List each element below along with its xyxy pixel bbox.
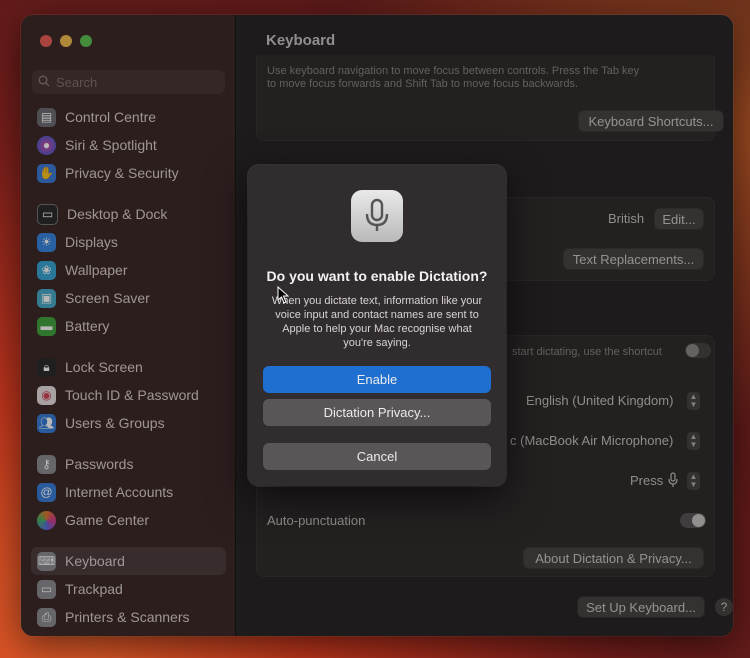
microphone-icon — [351, 190, 403, 242]
dialog-title: Do you want to enable Dictation? — [266, 268, 488, 284]
dialog-message: When you dictate text, information like … — [271, 295, 483, 349]
dictation-privacy-button[interactable]: Dictation Privacy... — [263, 399, 491, 426]
enable-dictation-dialog: Do you want to enable Dictation? When yo… — [248, 165, 506, 486]
cancel-button[interactable]: Cancel — [263, 443, 491, 470]
enable-button[interactable]: Enable — [263, 366, 491, 393]
